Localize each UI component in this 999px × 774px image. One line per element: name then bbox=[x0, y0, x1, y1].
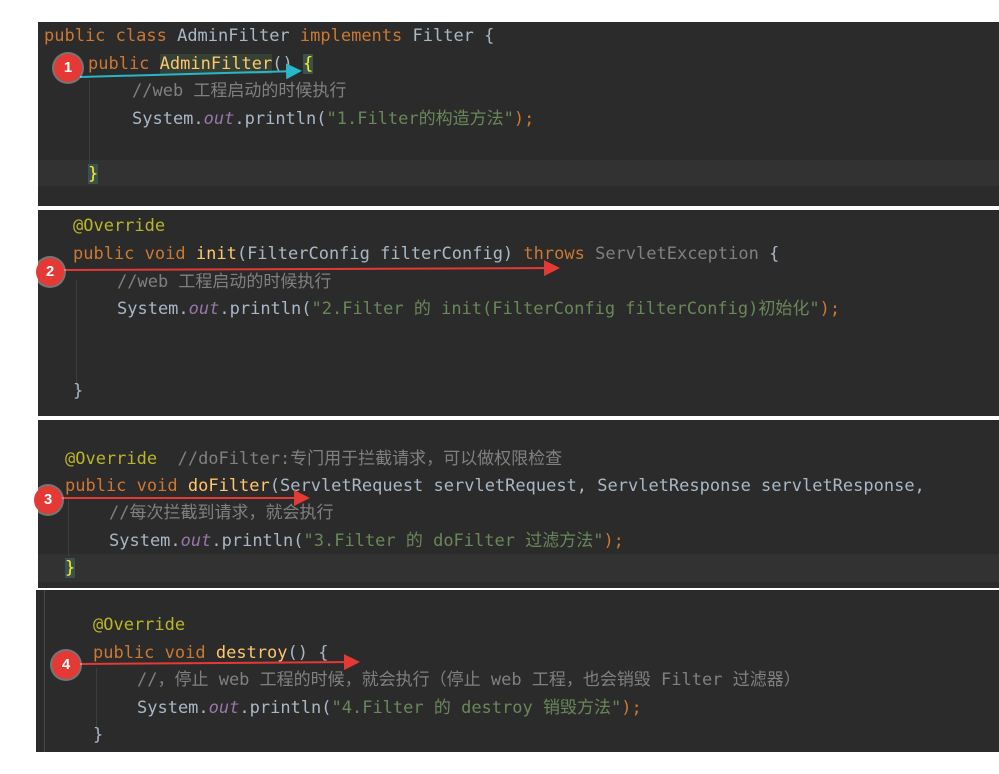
annotation-arrows bbox=[58, 63, 560, 671]
arrow-2 bbox=[63, 260, 560, 277]
step-badge-1: 1 bbox=[54, 54, 82, 82]
step-badge-3: 3 bbox=[34, 486, 62, 514]
step-badge-4: 4 bbox=[52, 651, 80, 679]
step-badge-2: 2 bbox=[36, 258, 64, 286]
arrow-4 bbox=[79, 654, 360, 671]
arrow-1 bbox=[79, 63, 302, 80]
